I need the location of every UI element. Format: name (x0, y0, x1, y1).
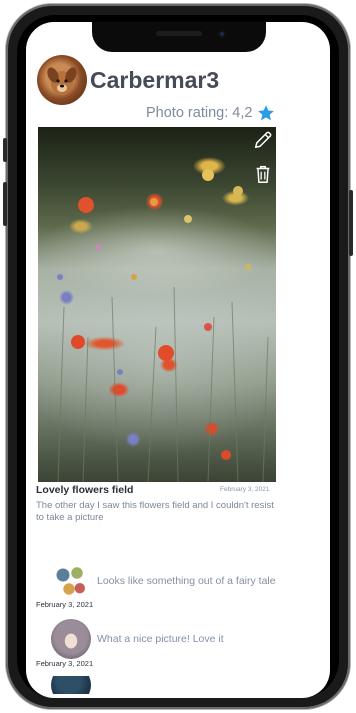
post-title: Lovely flowers field (36, 484, 134, 496)
profile-header: Carbermar3 (37, 55, 219, 105)
photo-rating-label: Photo rating: 4,2 (146, 105, 253, 121)
comment-date: February 3, 2021 (36, 600, 94, 609)
speaker (156, 31, 202, 36)
post-photo[interactable] (38, 127, 276, 482)
comment-text: Looks like something out of a fairy tale (97, 575, 276, 587)
trash-icon[interactable] (252, 163, 274, 185)
pencil-icon[interactable] (252, 129, 274, 151)
post-date: February 3, 2021 (220, 486, 270, 493)
side-button-left-2 (3, 182, 7, 226)
dog-avatar-image (47, 67, 77, 95)
front-camera (218, 30, 226, 38)
comment-date: February 3, 2021 (36, 659, 94, 668)
comment-item (51, 676, 91, 694)
photo-rating: Photo rating: 4,2 (146, 104, 275, 122)
commenter-avatar[interactable] (51, 561, 91, 601)
flower-field-image (57, 169, 269, 482)
notch (92, 22, 266, 52)
side-button-left-1 (3, 138, 7, 162)
comment-text: What a nice picture! Love it (97, 633, 224, 645)
username: Carbermar3 (90, 66, 220, 93)
comment-item: What a nice picture! Love it (51, 619, 224, 659)
commenter-avatar[interactable] (51, 676, 91, 694)
comment-item: Looks like something out of a fairy tale (51, 561, 276, 601)
side-button-right (349, 190, 353, 256)
star-icon (258, 105, 275, 121)
avatar[interactable] (37, 55, 87, 105)
post-description: The other day I saw this flowers field a… (36, 500, 274, 523)
commenter-avatar[interactable] (51, 619, 91, 659)
